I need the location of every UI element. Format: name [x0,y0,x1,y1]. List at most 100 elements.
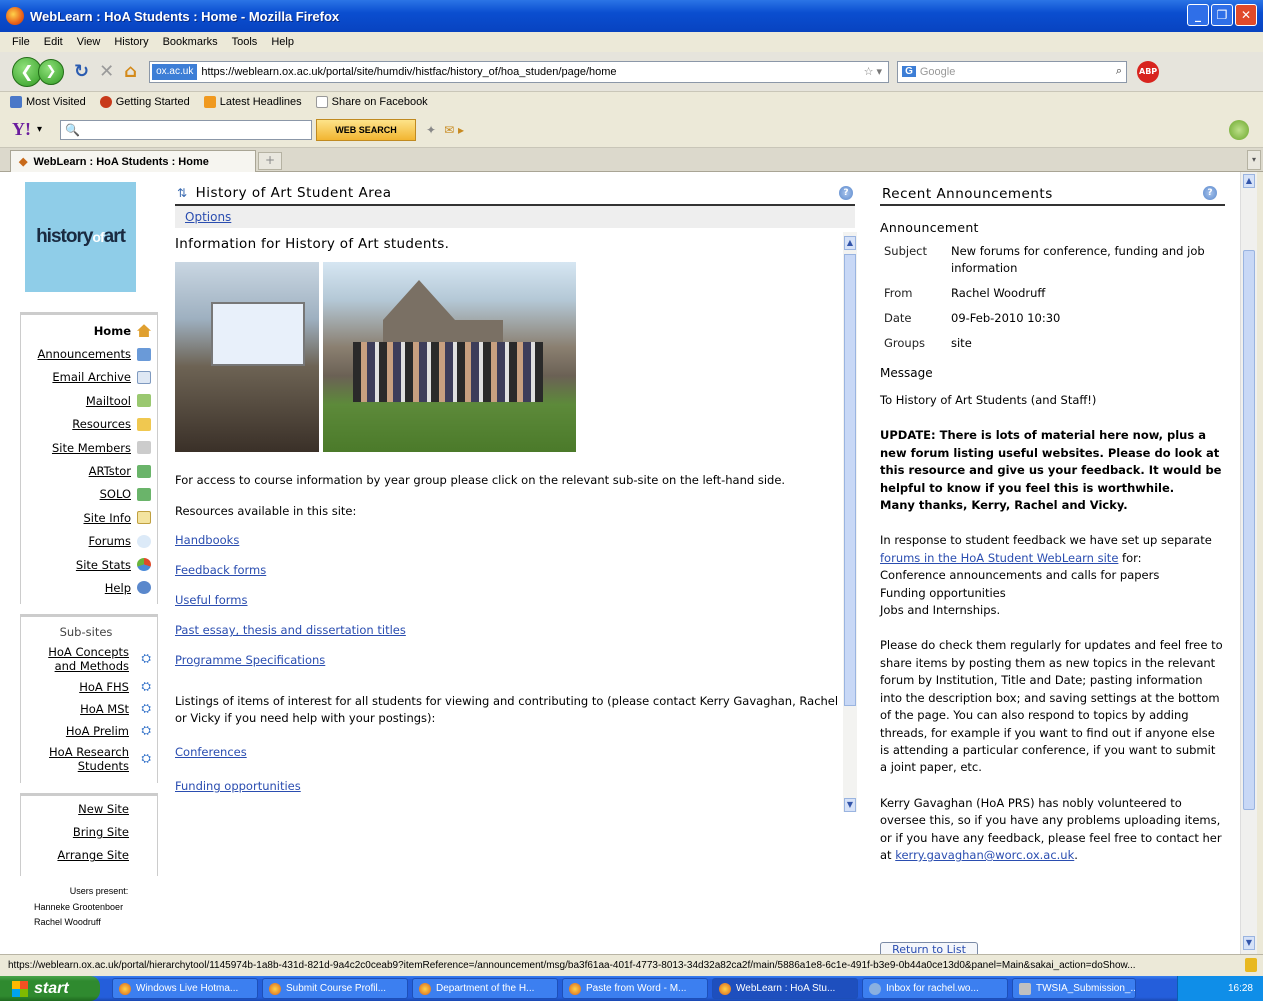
task-submit-course[interactable]: Submit Course Profil... [262,978,408,999]
menu-tools[interactable]: Tools [232,36,258,48]
nav-resources[interactable]: Resources [21,413,151,436]
scroll-up-icon[interactable]: ▲ [1243,174,1255,188]
url-text[interactable]: https://weblearn.ox.ac.uk/portal/site/hu… [201,66,616,78]
subsite-fhs[interactable]: HoA FHS ⛭ [21,679,151,695]
scroll-thumb[interactable] [1243,250,1255,810]
hierarchy-icon: ⛭ [141,722,151,737]
start-button[interactable]: start [0,976,100,1001]
menu-view[interactable]: View [77,36,101,48]
subsite-concepts[interactable]: HoA Concepts and Methods ⛭ [21,645,151,673]
home-icon[interactable]: ⌂ [124,61,137,82]
lock-icon[interactable] [1245,958,1257,972]
bookmark-share-facebook[interactable]: Share on Facebook [315,96,428,108]
nav-home[interactable]: Home [21,319,151,342]
email-link[interactable]: kerry.gavaghan@worc.ox.ac.uk [895,848,1074,862]
google-icon[interactable]: G [902,66,916,77]
reset-arrows-icon[interactable]: ⇅ [177,186,188,200]
task-inbox[interactable]: Inbox for rachel.wo... [862,978,1008,999]
menu-history[interactable]: History [114,36,148,48]
task-twsia[interactable]: TWSIA_Submission_... [1012,978,1136,999]
bookmark-star-icon[interactable]: ☆ ▾ [864,65,882,78]
nav-site-stats[interactable]: Site Stats [21,553,151,576]
past-essay-link-row: Past essay, thesis and dissertation titl… [175,623,839,637]
past-essay-link[interactable]: Past essay, thesis and dissertation titl… [175,623,406,637]
tab-weblearn[interactable]: ◆ WebLearn : HoA Students : Home [10,150,256,172]
scroll-down-icon[interactable]: ▼ [1243,936,1255,950]
programme-specifications-link[interactable]: Programme Specifications [175,653,325,667]
handbooks-link[interactable]: Handbooks [175,533,239,547]
page-scrollbar[interactable]: ▲ ▼ [1240,172,1257,954]
nav-email-archive[interactable]: Email Archive [21,366,151,389]
reload-icon[interactable]: ↻ [74,61,89,82]
close-button[interactable]: ✕ [1235,4,1257,26]
nav-help[interactable]: Help [21,576,151,599]
funding-opportunities-link[interactable]: Funding opportunities [175,779,301,793]
useful-forms-link[interactable]: Useful forms [175,593,247,607]
scroll-thumb[interactable] [844,254,856,706]
options-link[interactable]: Options [185,210,231,224]
forums-link[interactable]: forums in the HoA Student WebLearn site [880,551,1118,565]
site-identity-badge[interactable]: ox.ac.uk [152,63,198,80]
pie-chart-icon [137,558,151,572]
nav-artstor[interactable]: ARTstor [21,459,151,482]
bring-site-link[interactable]: Bring Site [21,825,151,848]
bookmark-most-visited[interactable]: Most Visited [10,96,86,108]
subsite-research[interactable]: HoA Research Students ⛭ [21,745,151,773]
task-weblearn[interactable]: WebLearn : HoA Stu... [712,978,858,999]
maximize-button[interactable]: ❐ [1211,4,1233,26]
new-tab-button[interactable]: + [258,152,282,170]
conferences-link[interactable]: Conferences [175,745,247,759]
new-site-link[interactable]: New Site [21,802,151,825]
mail-icon[interactable]: ✉ ▸ [444,123,464,137]
settings-gear-icon[interactable] [1229,119,1249,140]
menu-edit[interactable]: Edit [44,36,63,48]
feedback-forms-link[interactable]: Feedback forms [175,563,266,577]
yahoo-dropdown-icon[interactable]: ▾ [37,124,42,135]
web-search-button[interactable]: WEB SEARCH [316,118,417,141]
stop-icon[interactable]: ✕ [99,61,114,82]
menu-help[interactable]: Help [271,36,294,48]
tab-list-button[interactable]: ▾ [1247,150,1261,170]
adblock-icon[interactable]: ABP [1137,60,1160,83]
nav-announcements[interactable]: Announcements [21,342,151,365]
site-actions-menu: New Site Bring Site Arrange Site [20,792,158,876]
scroll-down-icon[interactable]: ▼ [844,798,856,812]
menu-file[interactable]: File [12,36,30,48]
return-to-list-button[interactable]: Return to List [880,942,978,954]
clock[interactable]: 16:28 [1228,983,1253,994]
minimize-button[interactable]: _ [1187,4,1209,26]
arrange-site-link[interactable]: Arrange Site [21,848,151,871]
search-box[interactable]: G Google ⌕ [897,60,1128,83]
task-paste-word[interactable]: Paste from Word - M... [562,978,708,999]
nav-site-info[interactable]: Site Info [21,506,151,529]
forward-button[interactable]: ❯ [38,58,64,85]
page-heading: Information for History of Art students. [175,236,450,252]
firefox-icon [119,982,131,995]
nav-forums[interactable]: Forums [21,530,151,553]
search-icon[interactable]: ⌕ [1116,65,1122,78]
yahoo-search-input[interactable]: 🔍 [60,119,313,140]
page-icon [315,96,328,108]
help-icon[interactable]: ? [839,186,853,200]
url-bar[interactable]: ox.ac.uk https://weblearn.ox.ac.uk/porta… [149,60,890,83]
help-icon[interactable]: ? [1203,186,1217,200]
scroll-up-icon[interactable]: ▲ [844,236,856,250]
options-bar: Options [175,206,855,228]
inner-scrollbar[interactable]: ▲ ▼ [843,232,857,812]
task-hotmail[interactable]: Windows Live Hotma... [112,978,258,999]
task-department[interactable]: Department of the H... [412,978,558,999]
window-edge [1257,172,1263,954]
yahoo-logo-icon[interactable]: Y! [12,119,31,140]
bookmark-getting-started[interactable]: Getting Started [99,96,190,108]
folder-icon [137,417,151,431]
nav-solo[interactable]: SOLO [21,483,151,506]
announcements-title: Recent Announcements [880,182,1225,206]
subsite-prelim[interactable]: HoA Prelim ⛭ [21,723,151,739]
bookmark-latest-headlines[interactable]: Latest Headlines [203,96,302,108]
subsite-mst[interactable]: HoA MSt ⛭ [21,701,151,717]
menu-bookmarks[interactable]: Bookmarks [163,36,218,48]
from-label: From [884,286,913,300]
nav-mailtool[interactable]: Mailtool [21,389,151,412]
nav-site-members[interactable]: Site Members [21,436,151,459]
site-logo[interactable]: history of art [25,182,136,292]
